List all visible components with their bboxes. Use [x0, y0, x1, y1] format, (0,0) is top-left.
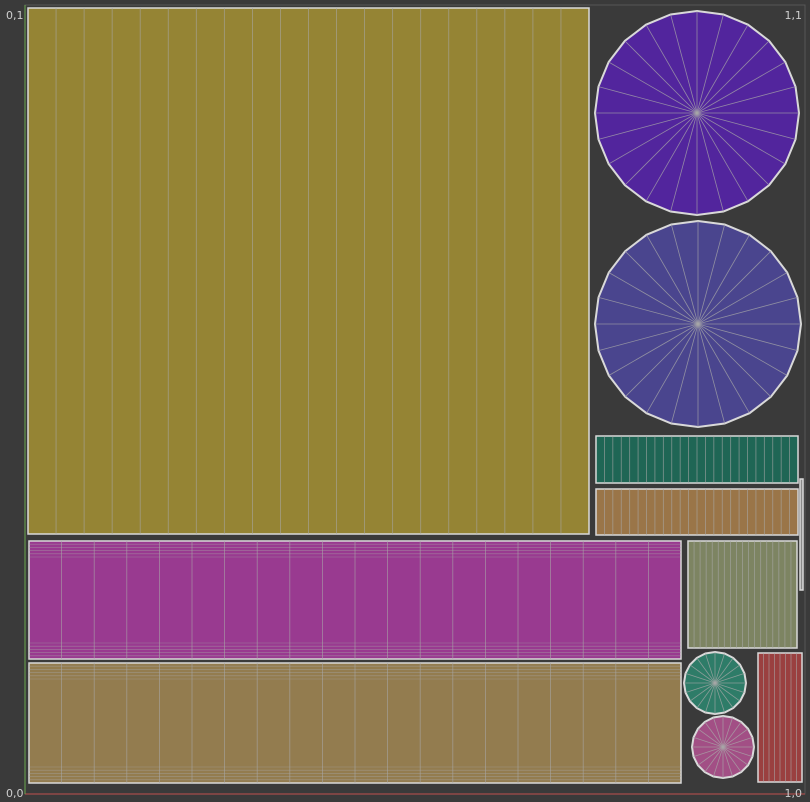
corner-label-top-left: 0,1	[6, 9, 24, 22]
uv-island-brown-strip[interactable]	[595, 488, 799, 536]
uv-island-thin-strip[interactable]	[799, 478, 804, 591]
uv-island-sage-strip[interactable]	[687, 540, 798, 649]
uv-island-pink-disc[interactable]	[690, 714, 756, 780]
corner-label-bottom-left: 0,0	[6, 787, 24, 800]
corner-label-top-right: 1,1	[784, 9, 803, 22]
uv-island-tan-strip[interactable]	[28, 662, 682, 784]
uv-island-teal-strip[interactable]	[595, 435, 799, 484]
corner-label-bottom-right: 1,0	[784, 787, 803, 800]
uv-island-blue-disc[interactable]	[593, 219, 803, 429]
uv-island-magenta-strip[interactable]	[28, 540, 682, 660]
island-face	[799, 478, 804, 591]
uv-island-green-disc[interactable]	[682, 650, 748, 716]
uv-island-purple-disc[interactable]	[593, 9, 801, 217]
uv-editor-viewport[interactable]	[0, 0, 810, 802]
uv-island-red-strip[interactable]	[757, 652, 803, 783]
uv-island-large-yellow[interactable]	[27, 7, 590, 535]
